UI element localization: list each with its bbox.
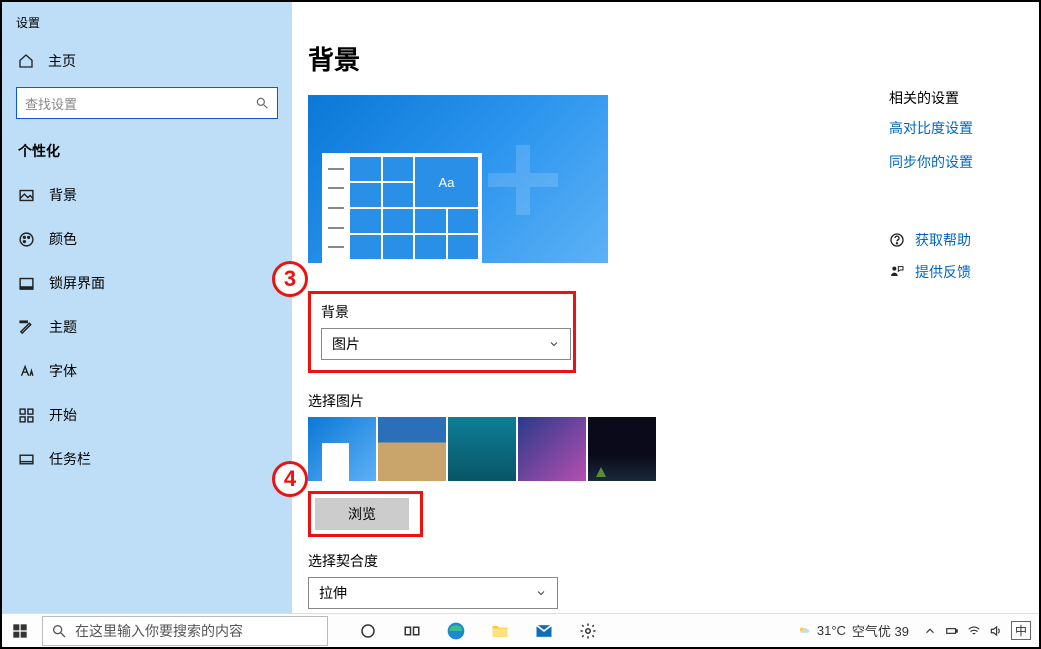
- ime-indicator[interactable]: 中: [1011, 621, 1031, 640]
- picture-thumb-4[interactable]: [518, 417, 586, 481]
- picture-thumbnails: [308, 417, 1019, 481]
- chevron-down-icon: [535, 587, 547, 599]
- nav-item-colors[interactable]: 颜色: [2, 217, 292, 261]
- window-title: 设置: [2, 10, 292, 41]
- picture-thumb-1[interactable]: [308, 417, 376, 481]
- cortana-button[interactable]: [346, 614, 390, 648]
- related-header: 相关的设置: [889, 88, 1015, 108]
- search-icon: [51, 623, 67, 639]
- settings-button[interactable]: [566, 614, 610, 648]
- background-preview: Aa: [308, 95, 608, 263]
- nav-item-label: 开始: [49, 405, 77, 425]
- dropdown-value: 拉伸: [319, 583, 347, 603]
- brush-icon: [18, 319, 35, 336]
- picture-thumb-2[interactable]: [378, 417, 446, 481]
- help-icon: [889, 232, 905, 248]
- fit-label: 选择契合度: [308, 551, 1019, 571]
- battery-icon[interactable]: [945, 624, 959, 638]
- nav-home-label: 主页: [48, 51, 76, 71]
- sidebar-search[interactable]: 查找设置: [16, 87, 278, 119]
- picture-icon: [18, 187, 35, 204]
- taskbar-pins: [346, 614, 610, 648]
- lockscreen-icon: [18, 275, 35, 292]
- search-placeholder: 查找设置: [25, 94, 77, 113]
- dropdown-value: 图片: [332, 334, 360, 354]
- nav-item-label: 颜色: [49, 229, 77, 249]
- taskbar-tray: 31°C 空气优 39 中: [797, 621, 1039, 640]
- weather-icon: [797, 624, 811, 638]
- nav-item-label: 字体: [49, 361, 77, 381]
- chevron-down-icon: [548, 338, 560, 350]
- taskbar: 在这里输入你要搜索的内容 31°C 空气优 39 中: [2, 613, 1039, 647]
- nav-item-label: 主题: [49, 317, 77, 337]
- wifi-icon[interactable]: [967, 624, 981, 638]
- background-type-dropdown[interactable]: 图片: [321, 328, 571, 360]
- nav-item-themes[interactable]: 主题: [2, 305, 292, 349]
- feedback-icon: [889, 264, 905, 280]
- mail-icon: [534, 621, 554, 641]
- font-icon: [18, 363, 35, 380]
- link-high-contrast[interactable]: 高对比度设置: [889, 118, 1015, 138]
- background-section-label: 背景: [321, 302, 563, 322]
- edge-icon: [446, 621, 466, 641]
- explorer-button[interactable]: [478, 614, 522, 648]
- start-grid-icon: [18, 407, 35, 424]
- nav-item-fonts[interactable]: 字体: [2, 349, 292, 393]
- weather-text[interactable]: 空气优 39: [852, 621, 909, 640]
- picture-thumb-3[interactable]: [448, 417, 516, 481]
- task-view-icon: [403, 622, 421, 640]
- home-icon: [18, 53, 34, 69]
- circle-icon: [359, 622, 377, 640]
- sidebar-category: 个性化: [2, 133, 292, 173]
- edge-button[interactable]: [434, 614, 478, 648]
- related-settings-pane: 相关的设置 高对比度设置 同步你的设置 获取帮助 提供反馈: [889, 88, 1015, 294]
- folder-icon: [490, 621, 510, 641]
- nav-item-label: 任务栏: [49, 449, 91, 469]
- page-title: 背景: [308, 40, 1019, 77]
- nav-item-lockscreen[interactable]: 锁屏界面: [2, 261, 292, 305]
- nav-item-label: 锁屏界面: [49, 273, 105, 293]
- volume-icon[interactable]: [989, 624, 1003, 638]
- mail-button[interactable]: [522, 614, 566, 648]
- gear-icon: [579, 622, 597, 640]
- link-feedback[interactable]: 提供反馈: [915, 262, 971, 282]
- taskbar-search[interactable]: 在这里输入你要搜索的内容: [42, 616, 328, 646]
- weather-temp[interactable]: 31°C: [817, 623, 846, 638]
- choose-picture-label: 选择图片: [308, 391, 1019, 411]
- settings-sidebar: 设置 主页 查找设置 个性化 背景 颜色 锁屏界面 主题 字体: [2, 2, 292, 615]
- picture-thumb-5[interactable]: [588, 417, 656, 481]
- search-icon: [255, 96, 269, 110]
- annotation-badge-3: 3: [272, 261, 308, 297]
- link-sync-settings[interactable]: 同步你的设置: [889, 152, 1015, 172]
- annotation-box-4: 浏览: [308, 491, 423, 537]
- start-button[interactable]: [2, 614, 38, 648]
- nav-item-label: 背景: [49, 185, 77, 205]
- nav-item-start[interactable]: 开始: [2, 393, 292, 437]
- annotation-box-3: 背景 图片: [308, 291, 576, 373]
- fit-dropdown[interactable]: 拉伸: [308, 577, 558, 609]
- settings-main: 背景 Aa 3 背景 图片 选择图: [292, 2, 1039, 615]
- annotation-badge-4: 4: [272, 461, 308, 497]
- nav-item-taskbar[interactable]: 任务栏: [2, 437, 292, 481]
- palette-icon: [18, 231, 35, 248]
- nav-item-background[interactable]: 背景: [2, 173, 292, 217]
- link-get-help[interactable]: 获取帮助: [915, 230, 971, 250]
- preview-window-mock: Aa: [322, 153, 482, 263]
- task-view-button[interactable]: [390, 614, 434, 648]
- browse-button[interactable]: 浏览: [315, 498, 409, 530]
- taskbar-search-placeholder: 在这里输入你要搜索的内容: [75, 621, 243, 641]
- windows-logo-icon: [12, 623, 28, 639]
- preview-aa-tile: Aa: [415, 157, 478, 207]
- taskbar-icon: [18, 451, 35, 468]
- chevron-up-icon[interactable]: [923, 624, 937, 638]
- nav-home[interactable]: 主页: [2, 41, 292, 81]
